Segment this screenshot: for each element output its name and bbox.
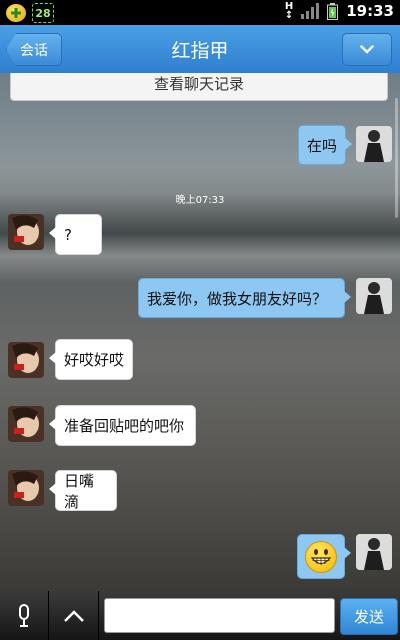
header-menu-button[interactable] (342, 33, 392, 66)
chat-message-list[interactable]: 查看聊天记录 在吗 晚上07:33 ? 我爱你，做我女朋友好吗？ 好哎好哎 准备… (0, 73, 400, 591)
voice-input-button[interactable] (0, 591, 49, 640)
message-bubble-incoming[interactable]: 准备回贴吧的吧你 (49, 405, 196, 446)
signal-strength-icon (301, 3, 320, 19)
contact-avatar[interactable] (8, 406, 44, 442)
message-bubble-incoming[interactable]: 好哎好哎 (49, 339, 133, 380)
status-time: 19:33 (346, 2, 394, 20)
message-bubble-outgoing[interactable]: 在吗 (298, 125, 352, 165)
grinning-face-icon (305, 540, 337, 573)
view-chat-history-button[interactable]: 查看聊天记录 (10, 73, 388, 101)
battery-icon (327, 2, 339, 20)
send-button[interactable]: 发送 (340, 598, 398, 635)
message-input-bar: 发送 (0, 591, 400, 640)
message-bubble-outgoing[interactable]: 我爱你，做我女朋友好吗？ (138, 278, 351, 318)
contact-avatar[interactable] (8, 214, 44, 250)
message-bubble-incoming[interactable]: 日嘴滴 (49, 470, 117, 511)
my-avatar[interactable] (356, 278, 392, 314)
network-type-indicator: H ↕ (284, 1, 294, 21)
message-bubble-outgoing-emoji[interactable] (297, 534, 351, 579)
back-to-conversations-button[interactable]: 会话 (6, 33, 62, 66)
my-avatar[interactable] (356, 534, 392, 570)
status-bar: 28 H ↕ 19:33 (0, 0, 400, 25)
page-title: 红指甲 (171, 40, 229, 62)
notification-app-icon (6, 4, 26, 22)
contact-avatar[interactable] (8, 342, 44, 378)
message-timestamp: 晚上07:33 (175, 195, 225, 206)
my-avatar[interactable] (356, 126, 392, 162)
expand-tools-button[interactable] (50, 591, 99, 640)
microphone-icon (19, 603, 29, 627)
contact-avatar[interactable] (8, 470, 44, 506)
chat-header: 会话 红指甲 (0, 25, 400, 73)
message-bubble-incoming[interactable]: ? (49, 214, 102, 255)
chevron-down-icon (360, 45, 374, 54)
notification-count-badge: 28 (32, 3, 54, 23)
message-text-input[interactable] (104, 598, 335, 633)
chevron-up-icon (64, 609, 84, 622)
